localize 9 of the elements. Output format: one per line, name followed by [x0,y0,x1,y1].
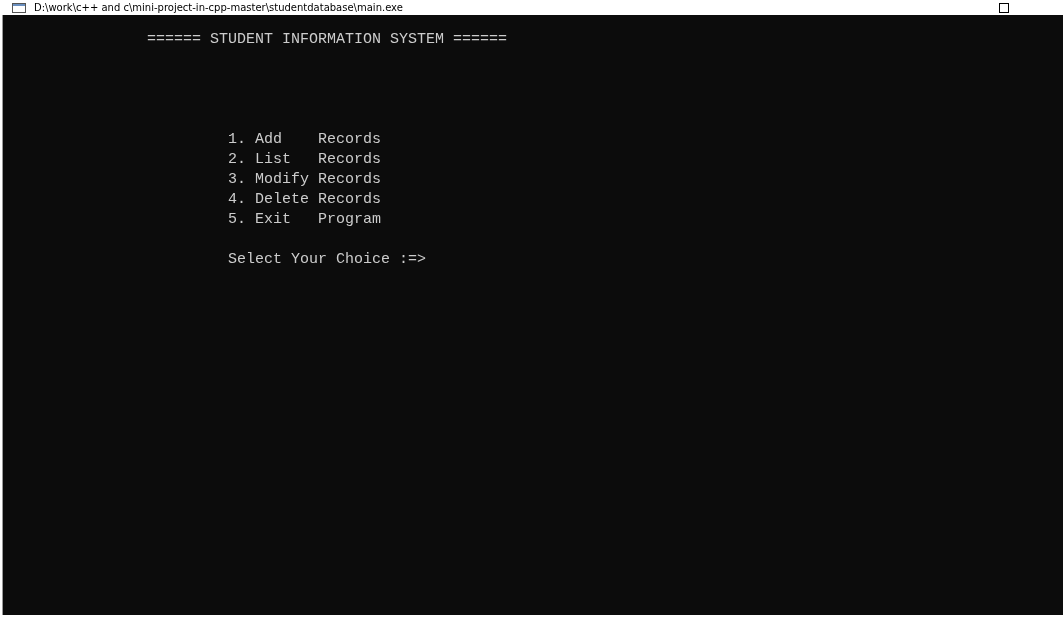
window-title: D:\work\c++ and c\mini-project-in-cpp-master\studentdatabase\main.exe [34,1,404,14]
choice-prompt: Select Your Choice :=> [227,250,427,270]
menu-option: 1. Add Records [3,130,382,150]
menu-option: 3. Modify Records [3,170,382,190]
maximize-icon[interactable] [999,2,1009,13]
menu-option: 4. Delete Records [3,190,382,210]
console-heading: ====== STUDENT INFORMATION SYSTEM ====== [146,30,508,50]
menu-option: 5. Exit Program [3,210,382,230]
menu-option: 2. List Records [3,150,382,170]
